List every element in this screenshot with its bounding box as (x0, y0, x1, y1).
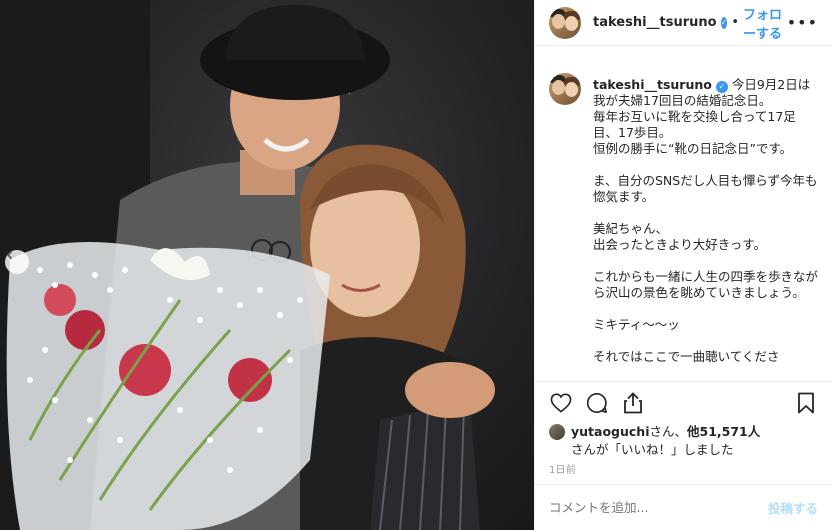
caption-username[interactable]: takeshi__tsuruno (593, 77, 712, 92)
action-bar (549, 390, 818, 416)
likes-line2: さんが「いいね！」しました (571, 442, 734, 457)
post-sidebar: takeshi__tsuruno ✓ • フォローする ••• takeshi_… (534, 0, 832, 530)
follow-button[interactable]: フォローする (743, 4, 787, 42)
caption-verified-badge-icon: ✓ (715, 81, 728, 93)
post-photo[interactable] (0, 0, 534, 530)
caption-avatar[interactable] (549, 73, 581, 105)
likes-summary: yutaoguchiさん、他51,571人 さんが「いいね！」しました (549, 423, 818, 459)
likes-suffix: さん、 (649, 424, 688, 439)
share-icon[interactable] (621, 391, 645, 415)
ellipsis-icon[interactable]: ••• (787, 13, 818, 32)
liker-username[interactable]: yutaoguchi (571, 424, 650, 439)
caption: takeshi__tsuruno ✓ 今日9月2日は我が夫婦17回目の結婚記念日。… (593, 63, 818, 378)
photo-illustration (0, 0, 495, 530)
comment-icon[interactable] (585, 391, 609, 415)
post-timestamp[interactable]: 1日前 (549, 461, 576, 476)
divider (535, 381, 832, 382)
comment-box: 投稿する (549, 485, 818, 530)
post-header: takeshi__tsuruno ✓ • フォローする ••• (535, 0, 832, 46)
header-username[interactable]: takeshi__tsuruno (593, 15, 717, 30)
verified-badge-icon: ✓ (720, 16, 728, 29)
liker-avatar[interactable] (549, 424, 565, 440)
likes-others[interactable]: 他51,571人 (687, 424, 760, 439)
bookmark-icon[interactable] (794, 391, 818, 415)
post-comment-button[interactable]: 投稿する (768, 498, 818, 517)
heart-icon[interactable] (549, 391, 573, 415)
caption-area: takeshi__tsuruno ✓ 今日9月2日は我が夫婦17回目の結婚記念日。… (549, 63, 818, 378)
separator-dot: • (731, 15, 739, 30)
avatar[interactable] (549, 6, 581, 39)
caption-text: 今日9月2日は我が夫婦17回目の結婚記念日。 毎年お互いに靴を交換し合って17足… (593, 77, 818, 364)
previous-photo-button[interactable] (5, 250, 29, 274)
comment-input[interactable] (549, 500, 768, 515)
